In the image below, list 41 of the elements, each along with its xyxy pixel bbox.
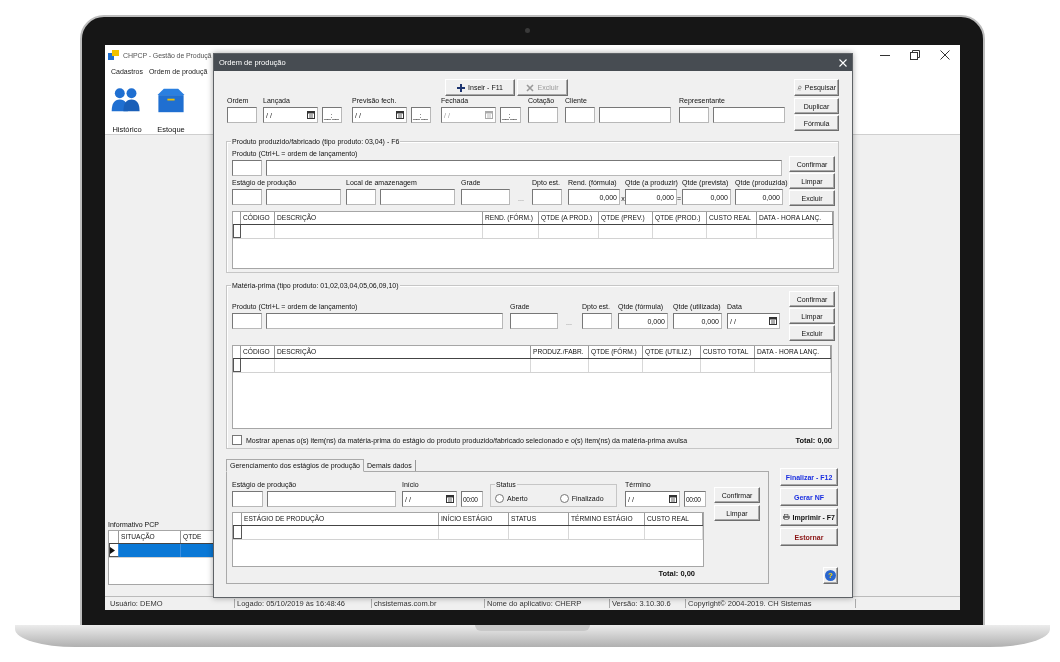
text-field[interactable] xyxy=(461,189,510,205)
text-field[interactable] xyxy=(266,189,341,205)
radio-button[interactable] xyxy=(559,494,569,503)
cross-icon xyxy=(526,83,535,92)
calendar-icon[interactable] xyxy=(307,111,315,119)
text-field[interactable] xyxy=(380,189,455,205)
row-pointer-icon xyxy=(110,546,115,554)
text-field[interactable] xyxy=(232,313,262,329)
text-field[interactable] xyxy=(227,107,257,123)
text-field[interactable] xyxy=(266,160,782,176)
calendar-icon[interactable] xyxy=(669,495,677,503)
text-field[interactable] xyxy=(679,107,709,123)
plus-icon xyxy=(457,83,466,92)
app-logo-icon xyxy=(108,50,119,60)
calendar-icon[interactable] xyxy=(769,317,777,325)
text-field[interactable] xyxy=(232,160,262,176)
text-field[interactable] xyxy=(267,491,396,507)
calendar-icon[interactable] xyxy=(446,495,454,503)
checkbox[interactable] xyxy=(232,435,242,445)
printer-icon xyxy=(783,512,790,522)
help-button[interactable]: ? xyxy=(823,567,838,584)
text-field[interactable] xyxy=(346,189,376,205)
text-field[interactable] xyxy=(232,491,263,507)
row-indicator[interactable] xyxy=(109,544,119,557)
text-field[interactable] xyxy=(532,189,562,205)
close-icon[interactable] xyxy=(940,50,950,60)
text-field[interactable] xyxy=(713,107,785,123)
restore-icon[interactable] xyxy=(910,50,920,60)
row-indicator[interactable] xyxy=(233,359,241,372)
radio-button[interactable] xyxy=(495,494,504,503)
text-field[interactable] xyxy=(510,313,558,329)
text-field[interactable] xyxy=(565,107,595,123)
row-indicator[interactable] xyxy=(233,225,241,238)
text-field[interactable] xyxy=(528,107,558,123)
camera-dot xyxy=(525,28,530,33)
calendar-icon[interactable] xyxy=(396,111,404,119)
text-field[interactable] xyxy=(599,107,671,123)
text-field[interactable] xyxy=(582,313,612,329)
text-field[interactable] xyxy=(266,313,503,329)
row-indicator[interactable] xyxy=(233,526,242,539)
text-field[interactable] xyxy=(232,189,262,205)
